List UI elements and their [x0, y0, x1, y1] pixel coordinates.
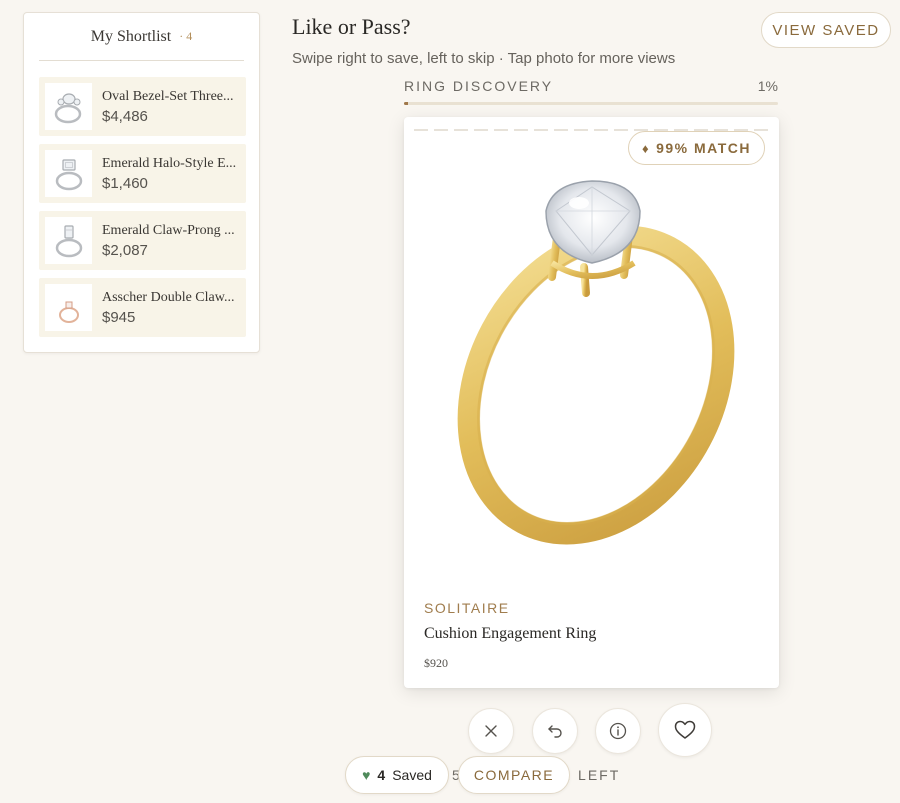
- ring-card[interactable]: ♦ 99% MATCH SOLITAIRE Cushion Engagement…: [404, 117, 779, 688]
- progress-bar: [404, 102, 778, 105]
- view-saved-button[interactable]: VIEW SAVED: [761, 12, 891, 48]
- undo-button[interactable]: [532, 708, 578, 754]
- saved-label: Saved: [392, 767, 432, 783]
- ring-thumbnail: [45, 83, 92, 130]
- shortlist-item[interactable]: Asscher Double Claw... $945: [39, 278, 246, 337]
- shortlist-count: · 4: [179, 29, 193, 43]
- saved-count: 4: [377, 767, 386, 783]
- undo-icon: [548, 725, 562, 738]
- ring-thumbnail: [45, 217, 92, 264]
- shortlist-panel: My Shortlist · 4 Oval Bezel-Set Three...…: [23, 12, 260, 353]
- compare-button[interactable]: COMPARE: [458, 756, 570, 794]
- like-button[interactable]: [658, 703, 712, 757]
- shortlist-header: My Shortlist · 4: [39, 13, 244, 61]
- heart-icon: ♥: [362, 767, 371, 783]
- progress-percent: 1%: [757, 78, 778, 94]
- ring-image[interactable]: [434, 167, 754, 567]
- shortlist-item-name: Emerald Halo-Style E...: [102, 155, 237, 171]
- pass-button[interactable]: [468, 708, 514, 754]
- page-subtitle: Swipe right to save, left to skip · Tap …: [292, 50, 676, 67]
- shortlist-item-price: $945: [102, 308, 136, 326]
- match-badge: ♦ 99% MATCH: [627, 131, 765, 165]
- shortlist-item-name: Emerald Claw-Prong ...: [102, 222, 235, 238]
- diamond-icon: ♦: [641, 140, 651, 156]
- shortlist-item-name: Oval Bezel-Set Three...: [102, 88, 234, 104]
- shortlist-list: Oval Bezel-Set Three... $4,486 Emerald H…: [39, 77, 246, 345]
- info-button[interactable]: [595, 708, 641, 754]
- ring-thumbnail: [45, 284, 92, 331]
- progress-fill: [404, 102, 408, 105]
- shortlist-item-price: $4,486: [102, 107, 148, 125]
- ring-category: SOLITAIRE: [424, 600, 510, 616]
- shortlist-title: My Shortlist: [90, 27, 172, 45]
- shortlist-item-name: Asscher Double Claw...: [102, 289, 235, 305]
- progress-label: RING DISCOVERY: [404, 78, 554, 94]
- shortlist-item[interactable]: Emerald Claw-Prong ... $2,087: [39, 211, 246, 270]
- ring-name: Cushion Engagement Ring: [424, 625, 597, 642]
- page-title: Like or Pass?: [292, 14, 411, 39]
- shortlist-item[interactable]: Emerald Halo-Style E... $1,460: [39, 144, 246, 203]
- heart-icon: [674, 720, 696, 739]
- shortlist-item-price: $2,087: [102, 241, 148, 259]
- ring-price: $920: [424, 656, 448, 670]
- shortlist-item[interactable]: Oval Bezel-Set Three... $4,486: [39, 77, 246, 136]
- info-icon: [609, 722, 627, 740]
- ring-thumbnail: [45, 150, 92, 197]
- shortlist-item-price: $1,460: [102, 174, 148, 192]
- match-label: 99% MATCH: [656, 140, 751, 156]
- saved-count-button[interactable]: ♥ 4 Saved: [345, 756, 449, 794]
- close-icon: [485, 725, 497, 737]
